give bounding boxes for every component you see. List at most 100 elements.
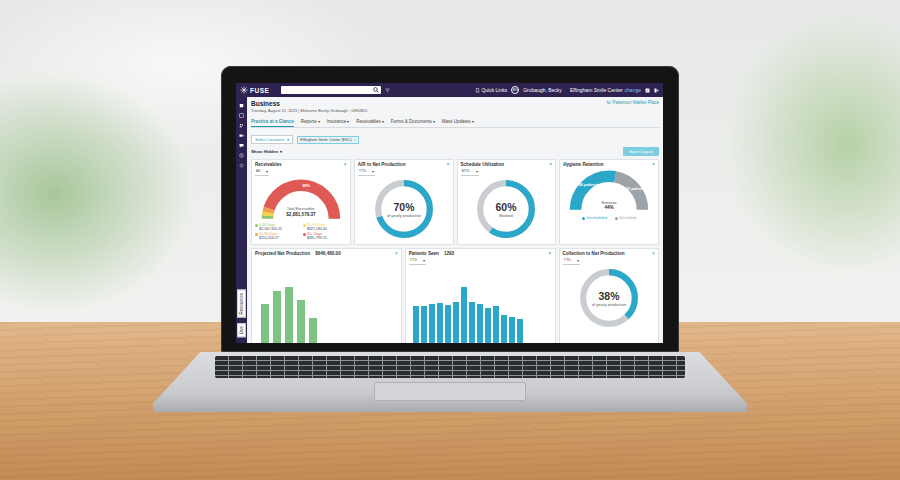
widget-card[interactable]: Projected Net Production$646,480.00 × xyxy=(251,248,402,343)
period-select[interactable]: YTD▾ xyxy=(563,257,581,265)
close-button[interactable]: × xyxy=(344,162,347,167)
bar[interactable] xyxy=(261,304,269,343)
bar[interactable] xyxy=(309,318,317,343)
gauge-segment[interactable] xyxy=(267,185,334,218)
chat-icon[interactable] xyxy=(239,143,244,148)
gauge-segment[interactable] xyxy=(576,176,643,209)
gauge-segment[interactable] xyxy=(267,185,334,218)
close-button[interactable]: × xyxy=(652,162,655,167)
logout-icon[interactable] xyxy=(654,88,659,93)
user-name[interactable]: Grubaugh, Becky xyxy=(523,87,562,93)
close-button[interactable]: × xyxy=(549,251,552,256)
legend-dot xyxy=(303,224,306,227)
donut-fill xyxy=(481,183,533,235)
bar[interactable] xyxy=(453,302,459,343)
magnifier-icon[interactable] xyxy=(373,87,379,93)
donut-fill xyxy=(378,183,430,235)
period-select[interactable]: All▾ xyxy=(255,168,269,176)
logo-text: FUSE xyxy=(250,87,269,94)
widget-card[interactable]: Hygiene Retention×746 patients503 patien… xyxy=(559,159,659,245)
laptop-lid: FUSE Quick Links BG Grubaugh, Becky Effingha… xyxy=(221,66,679,352)
market-place-link[interactable]: Patterson Market Place xyxy=(606,100,659,105)
bar[interactable] xyxy=(273,291,281,343)
tab[interactable]: Insurance▾ xyxy=(327,118,350,127)
side-tab[interactable]: Live xyxy=(237,323,246,337)
bar[interactable] xyxy=(437,303,443,343)
main-content: BusinessTuesday, August 15, 2023 | Welco… xyxy=(247,97,663,343)
period-select[interactable]: MTD▾ xyxy=(461,168,479,176)
card-title: Projected Net Production$646,480.00 xyxy=(255,251,341,256)
gear-icon[interactable] xyxy=(239,163,244,168)
app-body: Resources LiveBusinessTuesday, August 15,… xyxy=(236,97,663,343)
chart-icon[interactable] xyxy=(239,113,244,118)
bar[interactable] xyxy=(493,306,499,343)
widget-card[interactable]: A/R to Net Production×YTD▾70%of yearly p… xyxy=(354,159,454,245)
close-button[interactable]: × xyxy=(652,251,655,256)
gauge-chart: 746 patients503 patientsRetention44% xyxy=(567,168,651,214)
legend-dot xyxy=(255,233,258,236)
widget-card[interactable]: Schedule Utilization×MTD▾60%Booked xyxy=(457,159,557,245)
bar[interactable] xyxy=(421,306,427,343)
search-field[interactable] xyxy=(281,86,381,94)
clock-icon[interactable] xyxy=(239,153,244,158)
bar[interactable] xyxy=(477,304,483,343)
card-title: Schedule Utilization xyxy=(461,162,505,167)
period-select[interactable]: YTD▾ xyxy=(409,257,427,265)
close-button[interactable]: × xyxy=(549,162,552,167)
bar[interactable] xyxy=(469,302,475,343)
period-select[interactable]: YTD▾ xyxy=(358,168,376,176)
gauge-label: Total Receivables xyxy=(287,207,315,211)
bar[interactable] xyxy=(485,308,491,343)
quick-links[interactable]: Quick Links xyxy=(475,87,507,93)
chart-legend: UnscheduledScheduled xyxy=(563,216,655,220)
bar[interactable] xyxy=(509,317,515,343)
bar[interactable] xyxy=(461,287,467,343)
side-tab[interactable]: Resources xyxy=(237,290,246,318)
sidebar: Resources Live xyxy=(236,97,247,343)
keyboard xyxy=(215,356,685,378)
users-icon[interactable] xyxy=(239,123,244,128)
bar[interactable] xyxy=(501,315,507,343)
tab[interactable]: Mass Updates▾ xyxy=(442,118,474,127)
calendar-icon[interactable] xyxy=(239,103,244,108)
bar[interactable] xyxy=(297,300,305,343)
tab[interactable]: Receivables▾ xyxy=(356,118,384,127)
chart-legend: 0-30 Days$2,162,345.5531-60 Days$327,180… xyxy=(255,223,347,240)
widget-card[interactable]: Patients Seen1293×YTD▾ xyxy=(405,248,556,343)
filter-icon[interactable] xyxy=(385,88,390,93)
legend-item: Unscheduled xyxy=(582,216,607,220)
card-title: Receivables xyxy=(255,162,282,167)
show-hidden-toggle[interactable]: Show Hidden▾ xyxy=(251,149,282,154)
change-link[interactable]: change xyxy=(625,87,641,93)
user-avatar[interactable]: BG xyxy=(511,86,519,94)
bar[interactable] xyxy=(413,306,419,343)
gauge-segment[interactable] xyxy=(267,185,334,218)
close-button[interactable]: × xyxy=(395,251,398,256)
save-layout-button[interactable]: Save Layout xyxy=(623,147,659,156)
gauge-segment[interactable] xyxy=(267,185,334,218)
tab[interactable]: Practice at a Glance xyxy=(251,118,294,127)
tab[interactable]: Forms & Documents▾ xyxy=(391,118,435,127)
widget-card[interactable]: Receivables×All▾88%Total Receivables$2,8… xyxy=(251,159,351,245)
bar[interactable] xyxy=(445,305,451,343)
fuse-logo[interactable]: FUSE xyxy=(240,86,269,94)
quick-links-label: Quick Links xyxy=(481,87,507,93)
video-icon[interactable] xyxy=(239,133,244,138)
location-chip[interactable]: Effingham Smile Center (ESC)× xyxy=(297,136,359,144)
donut-caption: Booked xyxy=(500,213,513,218)
chip-remove-button[interactable]: × xyxy=(354,138,356,142)
tab[interactable]: Reports▾ xyxy=(301,118,320,127)
bar[interactable] xyxy=(285,287,293,343)
edit-icon[interactable] xyxy=(645,88,650,93)
bar[interactable] xyxy=(517,319,523,343)
bookmark-icon xyxy=(475,88,480,93)
donut-value: 70% xyxy=(393,202,415,213)
gauge-segment[interactable] xyxy=(576,176,643,209)
cart-icon xyxy=(606,100,611,105)
card-figure: $646,480.00 xyxy=(315,251,341,256)
location-select[interactable]: Select Locations▾ xyxy=(251,135,293,144)
close-button[interactable]: × xyxy=(447,162,450,167)
bar[interactable] xyxy=(429,304,435,343)
star-logo-icon xyxy=(240,86,248,94)
widget-card[interactable]: Collection to Net Production×YTD▾38%of y… xyxy=(559,248,660,343)
